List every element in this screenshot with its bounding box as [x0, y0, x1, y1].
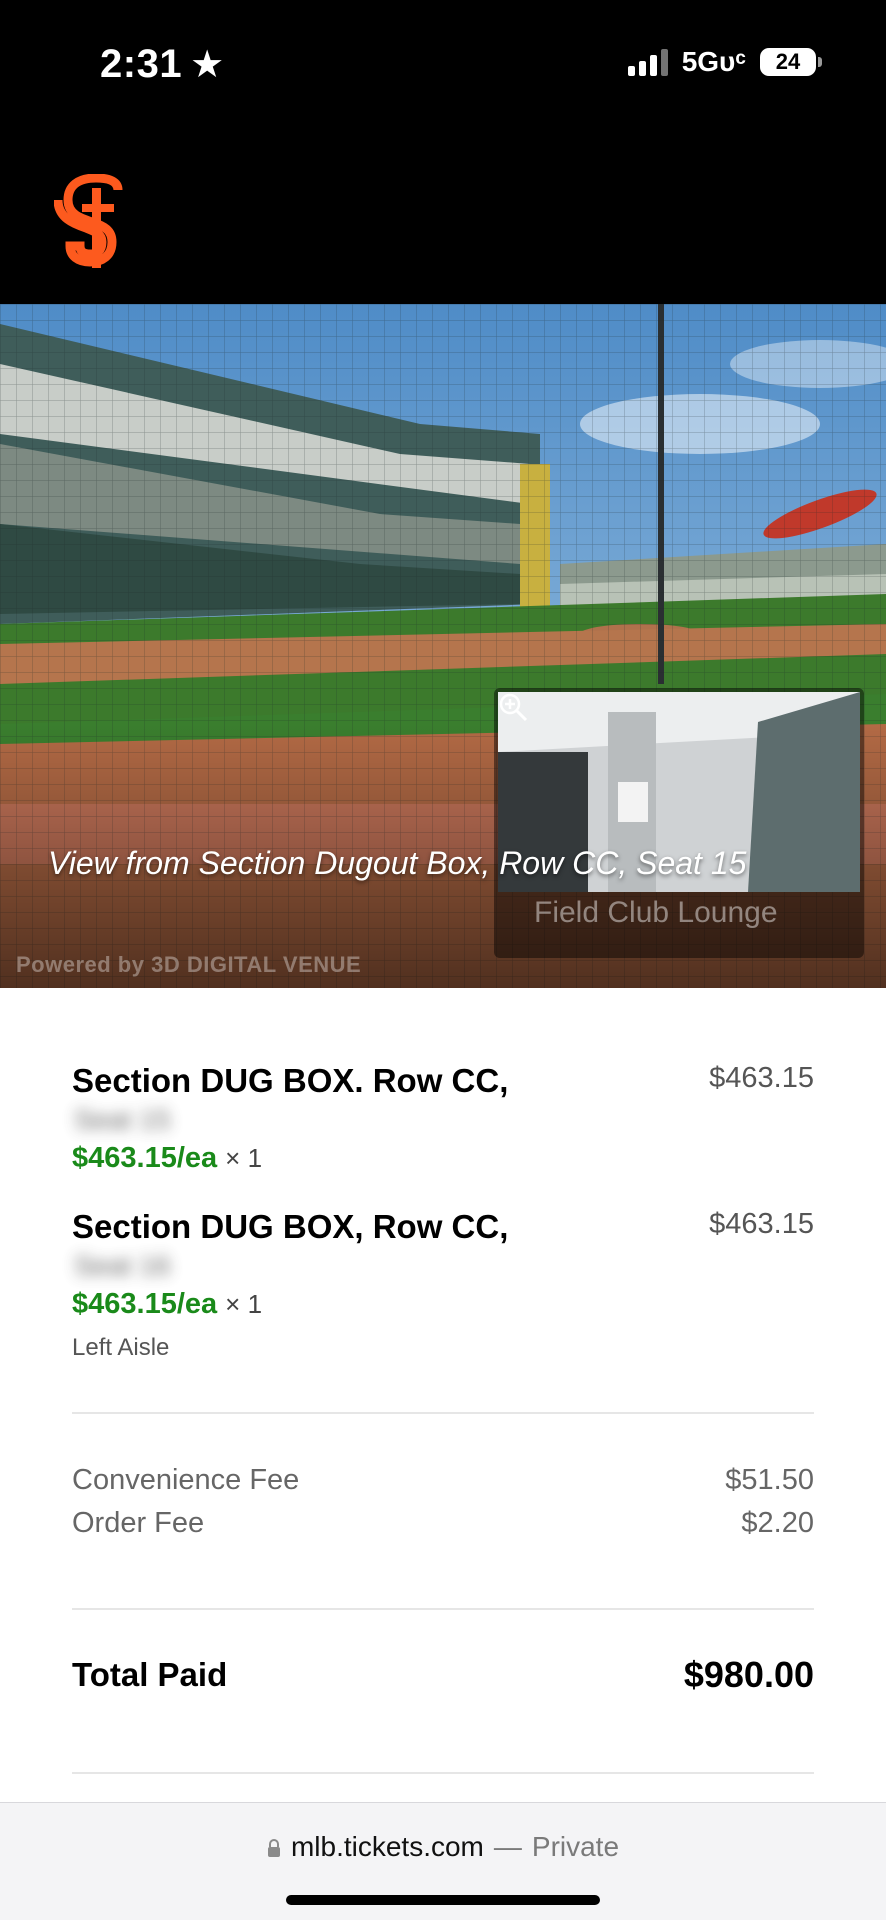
line-item-unit: $463.15/ea × 1: [72, 1288, 262, 1321]
line-item-seat: Seat 15: [74, 1104, 171, 1135]
divider: [72, 1412, 814, 1414]
site-header: [0, 130, 886, 304]
line-item-total: $463.15: [709, 1208, 814, 1240]
battery-level: 24: [775, 49, 801, 74]
status-time: 2:31 ★: [100, 42, 225, 87]
private-mode-label: Private: [531, 1831, 620, 1862]
network-label: 5Gᴜᶜ: [681, 46, 746, 77]
line-item-title: Section DUG BOX, Row CC,: [72, 1208, 509, 1245]
zoom-in-icon[interactable]: [498, 692, 528, 722]
url-domain: mlb.tickets.com: [290, 1831, 484, 1862]
divider: [72, 1772, 814, 1774]
lock-icon: [267, 1839, 280, 1857]
fee-row: Order Fee $2.20: [72, 1507, 814, 1540]
status-bar: 2:31 ★ 5Gᴜᶜ 24: [0, 0, 886, 130]
line-item-quantity: × 1: [225, 1289, 263, 1319]
line-item-unit-price: $463.15/ea: [72, 1142, 218, 1174]
line-item-note: Left Aisle: [72, 1334, 170, 1361]
browser-address-bar[interactable]: mlb.tickets.com — Private: [0, 1802, 886, 1920]
line-item-title: Section DUG BOX. Row CC,: [72, 1062, 509, 1099]
fee-label: Convenience Fee: [72, 1464, 300, 1496]
line-item-total: $463.15: [709, 1062, 814, 1094]
lounge-thumbnail-label: Field Club Lounge: [534, 896, 778, 929]
total-label: Total Paid: [72, 1656, 228, 1693]
fee-label: Order Fee: [72, 1507, 205, 1539]
fee-value: $2.20: [741, 1507, 814, 1539]
url-separator: —: [493, 1831, 522, 1862]
line-item-seat: Seat 16: [74, 1250, 171, 1281]
signal-icon: [627, 48, 668, 76]
powered-by-label: Powered by 3D DIGITAL VENUE: [16, 952, 362, 977]
line-item-unit: $463.15/ea × 1: [72, 1142, 262, 1175]
home-indicator[interactable]: [286, 1895, 600, 1905]
star-icon: ★: [190, 44, 225, 86]
time-label: 2:31: [100, 42, 183, 86]
lounge-thumbnail[interactable]: Field Club Lounge: [494, 688, 864, 958]
total-value: $980.00: [683, 1654, 814, 1695]
url-display[interactable]: mlb.tickets.com — Private: [0, 1831, 886, 1863]
seat-view-caption: View from Section Dugout Box, Row CC, Se…: [48, 845, 747, 881]
line-item-quantity: × 1: [225, 1143, 263, 1173]
fee-value: $51.50: [725, 1464, 814, 1496]
sf-giants-logo-icon[interactable]: [54, 174, 124, 270]
line-item-unit-price: $463.15/ea: [72, 1288, 218, 1320]
status-indicators: 5Gᴜᶜ 24: [627, 46, 822, 78]
total-row: Total Paid $980.00: [72, 1654, 814, 1696]
battery-icon: 24: [760, 48, 822, 76]
divider: [72, 1608, 814, 1610]
seat-view-image[interactable]: Field Club Lounge View from Section Dugo…: [0, 304, 886, 988]
fee-row: Convenience Fee $51.50: [72, 1464, 814, 1497]
